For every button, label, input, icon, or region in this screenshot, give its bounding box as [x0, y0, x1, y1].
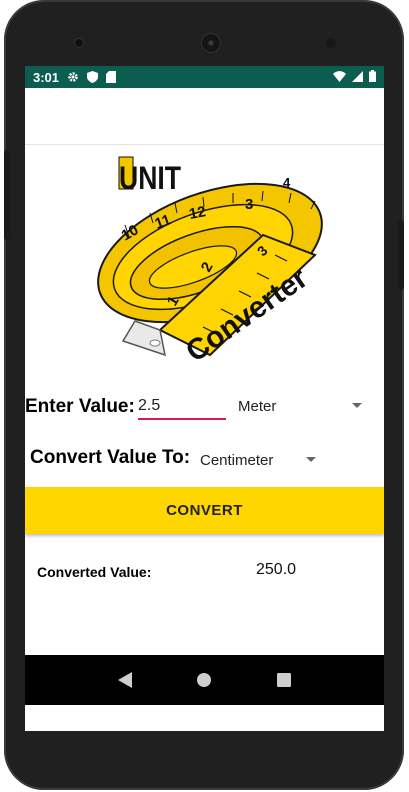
converted-value: 250.0: [256, 561, 297, 578]
enter-value-row: Enter Value: Meter: [25, 388, 384, 428]
battery-icon: [369, 69, 376, 85]
volume-button: [4, 150, 10, 240]
front-camera: [74, 38, 84, 48]
tape-number: 4: [283, 175, 291, 190]
enter-value-label: Enter Value:: [25, 396, 135, 417]
earpiece-speaker: [201, 33, 221, 53]
status-bar: 3:01: [25, 66, 384, 88]
navigation-bar: [25, 655, 384, 705]
to-unit-value: Centimeter: [200, 452, 274, 469]
from-unit-dropdown[interactable]: Meter: [238, 392, 362, 422]
signal-icon: [352, 70, 363, 85]
logo-word-unit: UNIT: [119, 160, 181, 196]
convert-to-label: Convert Value To:: [30, 447, 191, 468]
tape-number: 12: [188, 203, 207, 223]
value-input[interactable]: [138, 394, 226, 420]
status-time: 3:01: [33, 69, 60, 85]
dropdown-arrow-icon: [352, 403, 362, 408]
sd-card-icon: [106, 71, 117, 83]
app-bar: [25, 88, 384, 145]
convert-to-row: Convert Value To: Centimeter: [25, 440, 384, 480]
dropdown-arrow-icon: [306, 457, 316, 462]
screen: 3:01 10 11 12 3 4 2 1 3 UNIT Converter E…: [25, 66, 384, 731]
back-icon[interactable]: [113, 668, 137, 692]
logo-image: 10 11 12 3 4 2 1 3 UNIT Converter: [25, 145, 384, 373]
gear-icon: [67, 71, 79, 83]
wifi-icon: [333, 70, 346, 85]
to-unit-dropdown[interactable]: Centimeter: [200, 446, 316, 476]
power-button: [398, 220, 404, 290]
converted-value-label: Converted Value:: [37, 564, 152, 580]
recents-icon[interactable]: [272, 668, 296, 692]
convert-button[interactable]: CONVERT: [25, 487, 384, 534]
tape-number: 3: [245, 196, 253, 213]
from-unit-value: Meter: [238, 398, 277, 415]
shield-icon: [87, 71, 99, 83]
proximity-sensor: [326, 38, 336, 48]
home-icon[interactable]: [192, 668, 216, 692]
